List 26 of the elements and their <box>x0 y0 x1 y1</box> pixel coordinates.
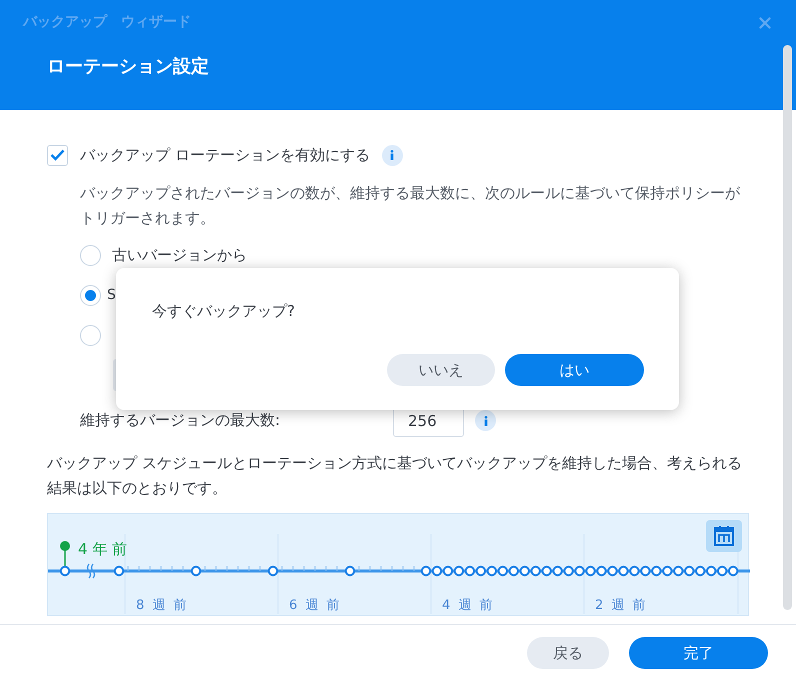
oldest-version-label: 4 年 前 <box>78 538 128 560</box>
info-icon[interactable] <box>382 144 403 166</box>
scrollbar[interactable] <box>783 45 792 610</box>
timeline-label: 4 週 前 <box>442 596 495 614</box>
page-title: ローテーション設定 <box>47 55 210 79</box>
window-title: バックアップ ウィザード <box>23 13 191 32</box>
confirm-button[interactable]: 完了 <box>629 637 768 669</box>
radio-button[interactable] <box>80 324 101 346</box>
timeline-label: 6 週 前 <box>289 596 342 614</box>
info-icon[interactable] <box>475 410 496 431</box>
cancel-button[interactable]: 戻る <box>527 637 609 669</box>
checkbox[interactable] <box>47 144 68 166</box>
checkbox-label: バックアップ ローテーションを有効にする <box>80 145 370 166</box>
confirm-button[interactable]: はい <box>505 354 644 386</box>
max-versions-label: 維持するバージョンの最大数: <box>80 410 282 432</box>
radio-button[interactable] <box>80 244 101 266</box>
description-text: バックアップされたバージョンの数が、維持する最大数に、次のルールに基づいて保持ポリシーがトリガーされます。 <box>80 182 741 228</box>
cancel-button[interactable]: いいえ <box>387 354 495 386</box>
timeline-label: 2 週 前 <box>595 596 648 614</box>
calendar-icon[interactable] <box>706 520 742 552</box>
retention-option: S <box>107 287 116 303</box>
dialog-message: 今すぐバックアップ? <box>152 301 296 322</box>
result-text: バックアップ スケジュールとローテーション方式に基づいてバックアップを維持した場合、考えられる結果は以下のとおりです。 <box>47 452 743 498</box>
timeline-label: 8 週 前 <box>136 596 189 614</box>
radio-button[interactable] <box>80 284 101 306</box>
old-first-option: 古いバージョンから <box>112 244 247 266</box>
